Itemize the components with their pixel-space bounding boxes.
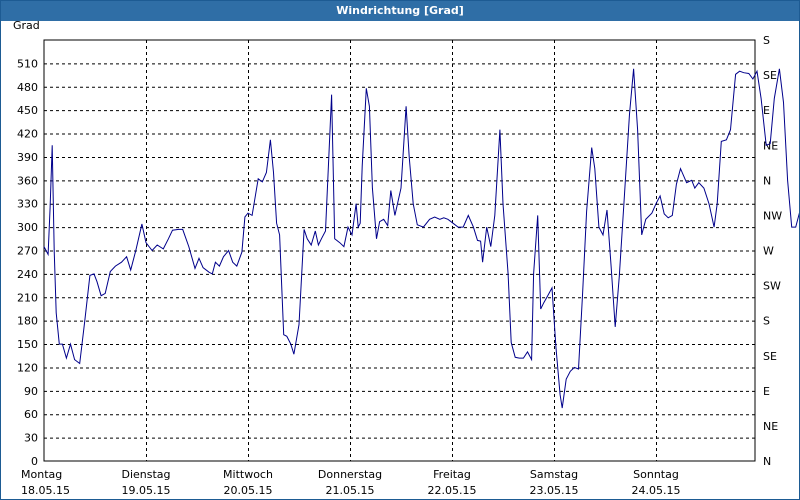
right-tick-label: S [763,34,770,47]
right-tick-label: N [763,174,771,187]
y-tick-label: 240 [17,268,38,281]
left-axis: 0 30 60 90 120 150 180 210 240 270 300 330 360 390 420… [17,57,38,468]
x-tick-day: Donnerstag [318,468,382,481]
series-line [43,68,799,409]
y-tick-label: 30 [24,432,38,445]
x-tick-date: 19.05.15 [122,484,171,497]
chart-window: Windrichtung [Grad] 0 30 60 90 120 150 180 210 2… [0,0,800,500]
x-tick-day: Mittwoch [223,468,273,481]
x-tick-date: 24.05.15 [632,484,681,497]
y-tick-label: 420 [17,128,38,141]
x-tick-day: Sonntag [633,468,679,481]
x-axis: Montag 18.05.15 Dienstag 19.05.15 Mittwoch 20… [21,468,680,497]
x-tick-day: Montag [21,468,62,481]
right-tick-label: S [763,315,770,328]
x-tick-date: 21.05.15 [326,484,375,497]
right-tick-label: N [763,455,771,468]
x-tick-day: Freitag [433,468,471,481]
right-tick-label: E [763,385,770,398]
right-tick-label: NE [763,420,778,433]
right-tick-label: NW [763,209,782,222]
y-tick-label: 450 [17,104,38,117]
y-tick-label: 300 [17,221,38,234]
x-tick-date: 22.05.15 [428,484,477,497]
y-tick-label: 60 [24,408,38,421]
y-tick-label: 180 [17,315,38,328]
y-tick-label: 150 [17,338,38,351]
y-tick-label: 510 [17,57,38,70]
right-tick-label: SE [763,350,777,363]
x-tick-day: Samstag [530,468,578,481]
y-tick-label: 0 [31,455,38,468]
y-tick-label: 390 [17,151,38,164]
wind-direction-chart: 0 30 60 90 120 150 180 210 240 270 300 330 360 390 420… [13,19,799,497]
y-tick-label: 90 [24,385,38,398]
grid [44,40,755,461]
right-tick-label: E [763,104,770,117]
right-tick-label: W [763,245,774,258]
y-tick-label: 120 [17,361,38,374]
y-tick-label: 480 [17,81,38,94]
y-tick-label: 210 [17,291,38,304]
right-axis: NNEESESSWWNWNNEESES [763,34,782,468]
y-tick-label: 270 [17,245,38,258]
x-tick-date: 23.05.15 [530,484,579,497]
right-tick-label: SE [763,69,777,82]
x-tick-date: 20.05.15 [224,484,273,497]
y-tick-label: 330 [17,198,38,211]
right-tick-label: SW [763,280,781,293]
y-tick-label: 360 [17,174,38,187]
x-tick-day: Dienstag [121,468,170,481]
y-axis-label: Grad [13,19,40,32]
x-tick-date: 18.05.15 [21,484,70,497]
